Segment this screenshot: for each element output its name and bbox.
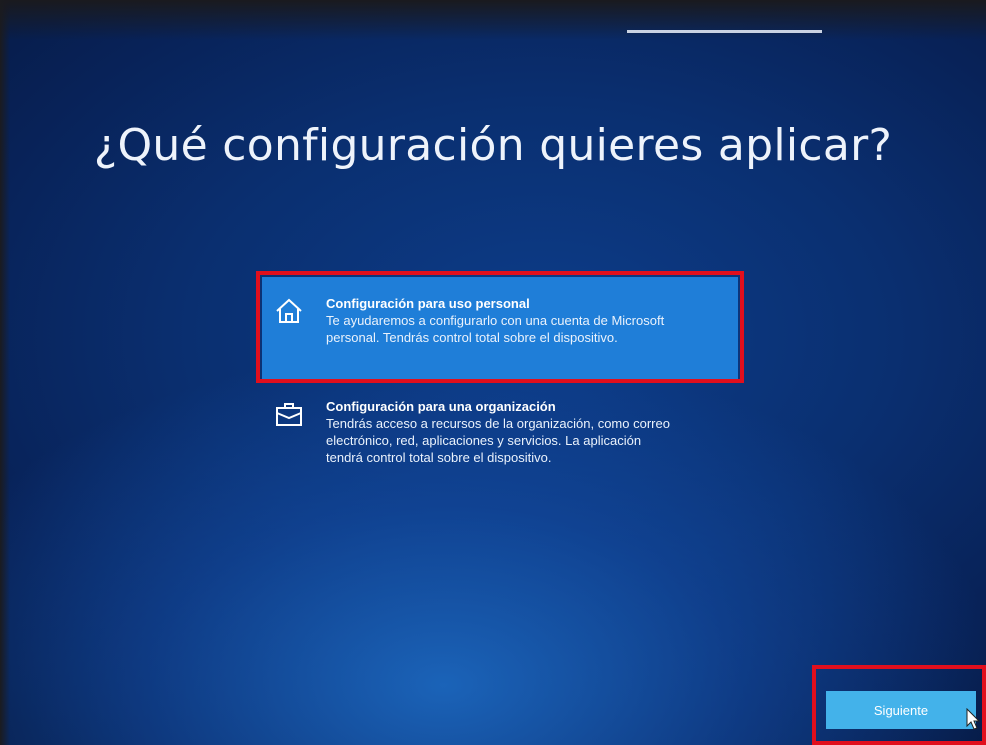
page-title: ¿Qué configuración quieres aplicar? bbox=[93, 120, 893, 171]
setup-screen: ¿Qué configuración quieres aplicar? Conf… bbox=[0, 0, 986, 745]
option-organization-title: Configuración para una organización bbox=[326, 399, 556, 414]
option-personal-description: Te ayudaremos a configurarlo con una cue… bbox=[326, 313, 665, 345]
option-organization-text: Configuración para una organización Tend… bbox=[326, 398, 726, 466]
monitor-bezel-edge bbox=[0, 0, 10, 745]
next-button[interactable]: Siguiente bbox=[826, 691, 976, 729]
briefcase-icon bbox=[274, 400, 304, 428]
home-icon bbox=[274, 297, 304, 325]
monitor-bezel-shadow bbox=[0, 0, 986, 40]
mouse-cursor-icon bbox=[966, 707, 981, 730]
option-personal-use[interactable]: Configuración para uso personal Te ayuda… bbox=[262, 277, 738, 379]
option-organization[interactable]: Configuración para una organización Tend… bbox=[262, 392, 738, 492]
option-personal-text: Configuración para uso personal Te ayuda… bbox=[326, 295, 726, 346]
option-organization-description: Tendrás acceso a recursos de la organiza… bbox=[326, 416, 670, 465]
option-personal-title: Configuración para uso personal bbox=[326, 296, 530, 311]
progress-indicator bbox=[627, 30, 822, 33]
